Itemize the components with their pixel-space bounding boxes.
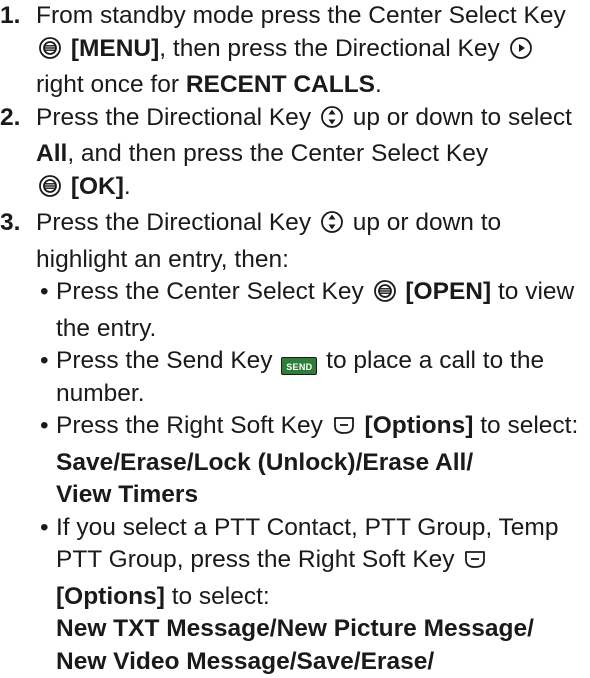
step-text: Press the Directional Key: [36, 209, 311, 236]
directional-updown-icon: [320, 105, 344, 139]
step-text: Press the Directional Key: [36, 104, 311, 131]
step-2: 2. Press the Directional Key up or down …: [0, 102, 590, 208]
right-soft-key-icon: [463, 547, 487, 581]
center-select-key-icon: [38, 174, 62, 208]
bullet-text: Press the Send Key: [56, 347, 273, 374]
step-3: 3. Press the Directional Key up or down …: [0, 207, 590, 276]
recent-calls-label: RECENT CALLS: [186, 71, 375, 98]
step-1: 1. From standby mode press the Center Se…: [0, 0, 590, 102]
bullet-dot: •: [40, 512, 49, 545]
step-punct: .: [375, 71, 382, 98]
directional-right-icon: [509, 36, 533, 70]
directional-updown-icon: [320, 210, 344, 244]
bullet-send: • Press the Send Key SEND to place a cal…: [0, 345, 590, 410]
options-list-line-2: View Timers: [56, 481, 198, 508]
bullet-text: to select:: [172, 583, 270, 610]
bullet-dot: •: [40, 345, 49, 378]
bullet-ptt-options: • If you select a PTT Contact, PTT Group…: [0, 512, 590, 678]
step-text: , and then press the Center Select Key: [67, 140, 488, 167]
all-label: All: [36, 140, 67, 167]
open-key-label: [OPEN]: [405, 278, 491, 305]
step-number: 3.: [0, 207, 20, 240]
step-text: right once for: [36, 71, 179, 98]
center-select-key-icon: [373, 279, 397, 313]
step-number: 2.: [0, 102, 20, 135]
bullet-text: Press the Center Select Key: [56, 278, 364, 305]
step-text: From standby mode press the Center Selec…: [36, 2, 566, 29]
step-punct: .: [124, 173, 131, 200]
ptt-options-list-line-1: New TXT Message/New Picture Message/: [56, 615, 534, 642]
step-text: , then press the Directional Key: [159, 35, 499, 62]
instruction-page: 1. From standby mode press the Center Se…: [0, 0, 590, 652]
center-select-key-icon: [38, 36, 62, 70]
menu-key-label: [MENU]: [71, 35, 159, 62]
bullet-text: Press the Right Soft Key: [56, 412, 323, 439]
bullet-open: • Press the Center Select Key [OPEN] to …: [0, 276, 590, 345]
send-key-icon: SEND: [281, 357, 317, 375]
right-soft-key-icon: [332, 413, 356, 447]
options-key-label: [Options]: [365, 412, 474, 439]
bullet-dot: •: [40, 276, 49, 309]
options-list-line-1: Save/Erase/Lock (Unlock)/Erase All/: [56, 449, 473, 476]
options-key-label: [Options]: [56, 583, 165, 610]
ok-key-label: [OK]: [71, 173, 124, 200]
step-text: up or down to select: [353, 104, 572, 131]
step-number: 1.: [0, 0, 20, 33]
bullet-dot: •: [40, 410, 49, 443]
bullet-text: to select:: [480, 412, 578, 439]
bullet-options: • Press the Right Soft Key [Options] to …: [0, 410, 590, 512]
